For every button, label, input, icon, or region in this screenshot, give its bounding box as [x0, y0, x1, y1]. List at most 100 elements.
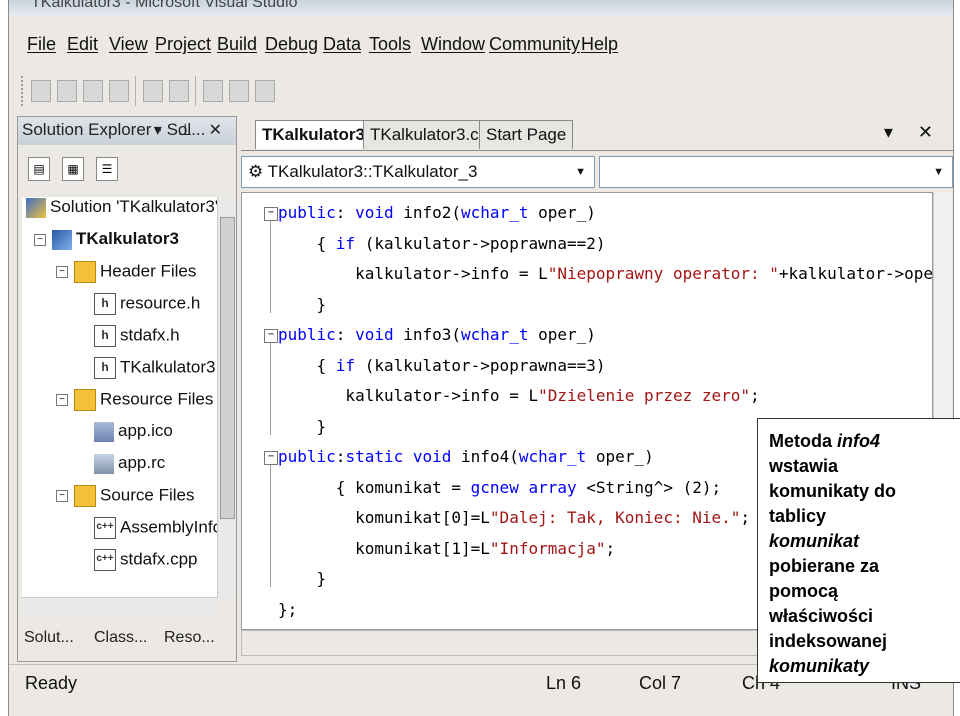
menu-window[interactable]: Window [421, 34, 485, 55]
refresh-icon[interactable]: ☰ [96, 157, 118, 181]
tree-item[interactable]: − Source Files [56, 485, 194, 515]
properties-icon[interactable]: ▤ [28, 157, 50, 181]
code-token: wchar_t [461, 203, 529, 222]
tree-item[interactable]: hTKalkulator3.h [94, 357, 218, 387]
menu-view[interactable]: View [109, 34, 148, 55]
toolbar-icon[interactable] [203, 80, 223, 102]
dropdown-arrow-icon[interactable]: ▼ [575, 157, 586, 187]
toolbar-icon[interactable] [31, 80, 51, 102]
document-tab[interactable]: Start Page [479, 120, 574, 149]
callout-line-8: właściwości [769, 606, 874, 626]
menu-community[interactable]: Community [489, 34, 580, 55]
toolbar-icon[interactable] [229, 80, 249, 102]
code-token: : [335, 447, 346, 466]
callout-line-7: pomocą [769, 581, 839, 601]
toolbar-grip[interactable] [21, 76, 27, 106]
explorer-tab[interactable]: Reso... [164, 629, 215, 647]
tree-item[interactable]: c++AssemblyInfo.c [94, 517, 218, 547]
class-combo-icon: ⚙ [248, 162, 264, 181]
collapse-toggle-icon[interactable]: − [264, 329, 278, 343]
code-line: kalkulator->info = L"Niepoprawny operato… [278, 260, 932, 288]
header-file-icon: h [94, 357, 116, 379]
code-token: "Informacja" [489, 538, 606, 558]
collapse-toggle-icon[interactable]: − [56, 266, 68, 278]
code-token: void [355, 325, 394, 344]
code-token: if [335, 355, 356, 375]
tree-vertical-scrollbar[interactable] [217, 197, 236, 597]
code-token: if [335, 233, 356, 253]
collapse-toggle-icon[interactable]: − [264, 207, 278, 221]
tree-item-label: Source Files [100, 485, 195, 505]
menu-build[interactable]: Build [217, 34, 257, 55]
tree-item[interactable]: − Header Files [56, 261, 196, 291]
toolbar-icon[interactable] [109, 80, 129, 102]
collapse-toggle-icon[interactable]: − [56, 490, 68, 502]
code-token: ; [605, 538, 616, 558]
code-token: public [278, 203, 336, 222]
header-file-icon: h [94, 325, 116, 347]
code-line: } [278, 413, 327, 441]
panel-controls[interactable]: ▾ ⊥ ✕ [154, 120, 228, 140]
tab-controls[interactable]: ▾ ✕ [884, 122, 943, 143]
tree-item[interactable]: app.rc [94, 453, 165, 483]
menu-data[interactable]: Data [323, 34, 361, 55]
annotation-callout: Metoda info4 wstawia komunikaty do tabli… [757, 418, 960, 683]
tree-item[interactable]: c++ stdafx.cpp [94, 549, 198, 579]
collapse-toggle-icon[interactable]: − [264, 451, 278, 465]
member-combo[interactable]: ▼ [599, 156, 953, 188]
class-combo[interactable]: ⚙ TKalkulator3::TKalkulator_3 ▼ [241, 156, 595, 188]
code-token: { [278, 233, 336, 253]
code-line: komunikat[0]=L"Dalej: Tak, Koniec: Nie."… [278, 504, 750, 532]
tree-item[interactable]: app.ico [94, 421, 173, 451]
tree-item[interactable]: − Resource Files [56, 389, 213, 419]
collapse-toggle-icon[interactable]: − [56, 394, 68, 406]
tree-horizontal-scrollbar[interactable] [22, 597, 218, 618]
menu-edit[interactable]: Edit [67, 34, 98, 55]
explorer-tabs: Solut... Class... Reso... [18, 623, 236, 659]
cpp-file-icon: c++ [94, 517, 116, 539]
cpp-file-icon: c++ [94, 549, 116, 571]
toolbar-icon[interactable] [57, 80, 77, 102]
explorer-tab[interactable]: Class... [94, 629, 147, 647]
callout-line-2: wstawia [769, 456, 839, 476]
solution-explorer: Solution Explorer - Sol... ▾ ⊥ ✕ ▤ ▦ ☰ S… [17, 116, 237, 662]
tree-item[interactable]: − TKalkulator3 [34, 229, 179, 259]
code-token: oper_) [528, 203, 596, 222]
tree-item-label: Solution 'TKalkulator3' (1 [50, 197, 218, 216]
toolbar-separator [195, 76, 196, 106]
code-token: info3( [393, 325, 462, 344]
toolbar-icon[interactable] [169, 80, 189, 102]
menu-tools[interactable]: Tools [369, 34, 411, 55]
callout-line-1: Metoda info4 [769, 429, 960, 454]
ico-file-icon [94, 421, 114, 442]
tree-item[interactable]: h stdafx.h [94, 325, 180, 355]
scroll-thumb[interactable] [220, 217, 235, 519]
toolbar-icon[interactable] [143, 80, 163, 102]
callout-line-10: komunikaty [769, 656, 870, 676]
dropdown-arrow-icon[interactable]: ▼ [933, 157, 944, 187]
explorer-tab[interactable]: Solut... [24, 629, 74, 647]
menu-file[interactable]: File [27, 34, 56, 55]
code-line: komunikat[1]=L"Informacja"; [278, 535, 615, 563]
collapse-toggle-icon[interactable]: − [34, 233, 46, 246]
code-token: (kalkulator->poprawna==2) [355, 233, 606, 253]
code-token: komunikat[1]=L [278, 538, 490, 558]
callout-line-5: komunikat [769, 531, 860, 551]
toolbar-icon[interactable] [255, 80, 275, 102]
show-all-files-icon[interactable]: ▦ [62, 157, 84, 181]
code-token: komunikat[0]=L [278, 508, 490, 527]
code-line: kalkulator->info = L"Dzielenie przez zer… [278, 382, 759, 410]
folder-icon [74, 485, 96, 507]
tree-item[interactable]: Solution 'TKalkulator3' (1 [26, 197, 218, 227]
code-token: : [335, 325, 356, 344]
tree-item[interactable]: h resource.h [94, 293, 200, 323]
code-token: ; [740, 508, 751, 527]
class-combo-value: TKalkulator3::TKalkulator_3 [267, 162, 478, 181]
rc-file-icon [94, 453, 114, 474]
menu-help[interactable]: Help [581, 34, 618, 55]
menu-debug[interactable]: Debug [265, 34, 318, 55]
menu-project[interactable]: Project [155, 34, 211, 55]
code-token: }; [278, 599, 298, 619]
toolbar-icon[interactable] [83, 80, 103, 102]
outline-guide [270, 343, 271, 435]
